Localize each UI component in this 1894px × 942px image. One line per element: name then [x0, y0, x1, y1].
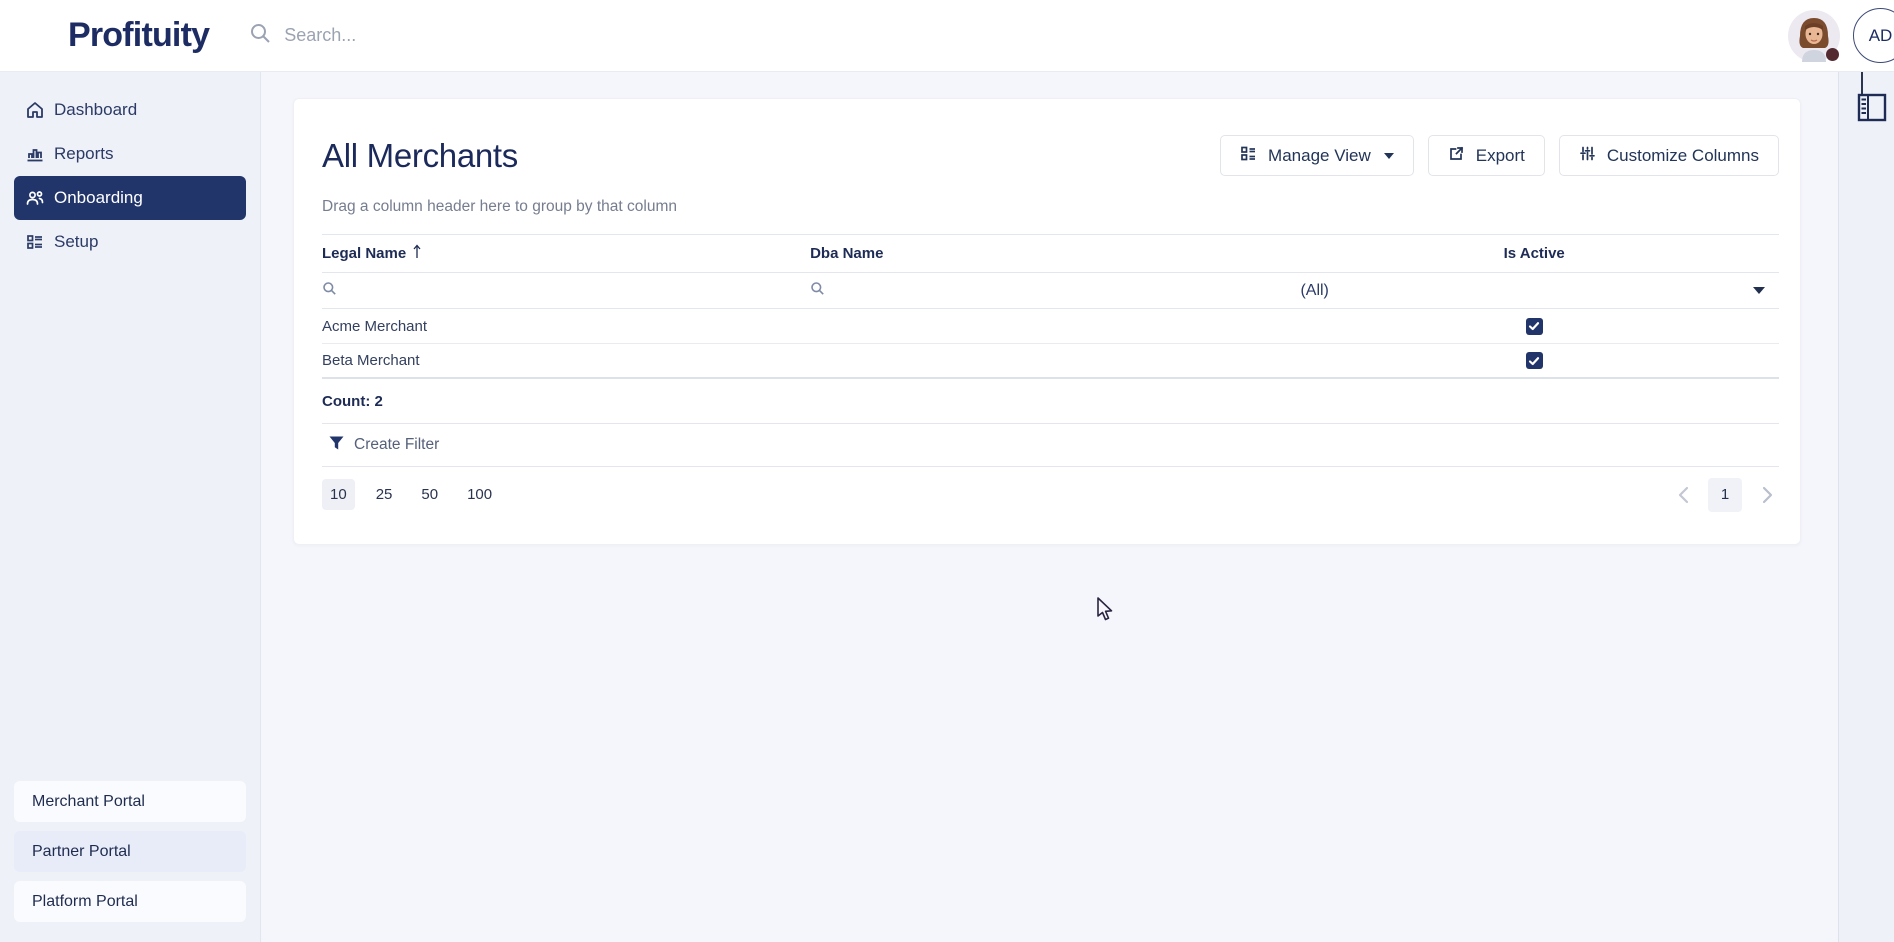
merchants-data-grid: Legal Name Dba Name Is Active (All) Acme…: [322, 234, 1779, 522]
app-logo: Profituity: [68, 16, 210, 54]
right-panel-strip: [1838, 72, 1894, 942]
chevron-down-icon: [1383, 152, 1394, 159]
chevron-right-icon: [1762, 486, 1772, 503]
sidebar-item-reports[interactable]: Reports: [14, 132, 246, 176]
panel-handle-line: [1861, 72, 1863, 94]
portal-label: Platform Portal: [32, 892, 138, 910]
page-size-option-50[interactable]: 50: [413, 479, 446, 510]
sliders-icon: [1579, 145, 1596, 167]
search-icon: [249, 22, 271, 49]
table-row[interactable]: Beta Merchant: [322, 344, 1779, 379]
layout-list-icon: [1240, 145, 1257, 167]
is-active-checkbox[interactable]: [1525, 317, 1543, 335]
partner-portal-button[interactable]: Partner Portal: [14, 831, 246, 872]
sidebar: Dashboard Reports Onboarding Setup Merch…: [0, 72, 261, 942]
search-input[interactable]: [284, 25, 805, 46]
merchant-portal-button[interactable]: Merchant Portal: [14, 781, 246, 822]
all-merchants-card: All Merchants Manage View Export Customi…: [293, 98, 1801, 545]
page-size-option-25[interactable]: 25: [368, 479, 401, 510]
page-size-selector: 10 25 50 100: [322, 479, 500, 510]
sidebar-item-dashboard[interactable]: Dashboard: [14, 88, 246, 132]
app-root: Profituity Search... AD Dashboard Report…: [0, 0, 1894, 942]
customize-columns-label: Customize Columns: [1606, 145, 1759, 165]
portal-label: Merchant Portal: [32, 792, 145, 810]
column-header-label: Is Active: [1503, 245, 1565, 262]
column-header-label: Legal Name: [322, 245, 407, 262]
page-navigation: 1: [1671, 477, 1779, 512]
column-header-label: Dba Name: [810, 245, 884, 262]
legal-name-filter-input[interactable]: [322, 281, 810, 301]
dba-name-filter-input[interactable]: [810, 281, 1289, 301]
create-filter-button[interactable]: Create Filter: [322, 424, 1779, 467]
grid-pager: 10 25 50 100 1: [322, 467, 1779, 522]
next-page-button[interactable]: [1755, 483, 1779, 507]
top-header-bar: Profituity Search... AD: [0, 0, 1894, 72]
group-by-drop-zone[interactable]: Drag a column header here to group by th…: [322, 198, 1779, 216]
page-title: All Merchants: [322, 136, 519, 174]
grid-summary-row: Count: 2: [322, 379, 1779, 424]
manage-view-label: Manage View: [1268, 145, 1371, 165]
user-avatar[interactable]: [1788, 9, 1840, 62]
export-label: Export: [1475, 145, 1525, 165]
home-icon: [25, 100, 45, 120]
row-count: Count: 2: [322, 392, 383, 410]
current-page-indicator[interactable]: 1: [1708, 477, 1742, 512]
chevron-down-icon: [1752, 287, 1765, 294]
user-initials-badge[interactable]: AD: [1853, 8, 1894, 63]
column-header-dba-name[interactable]: Dba Name: [810, 245, 1289, 262]
legal-name-cell: Acme Merchant: [322, 317, 428, 335]
filter-icon: [329, 436, 344, 455]
column-header-legal-name[interactable]: Legal Name: [322, 244, 810, 263]
toolbar: Manage View Export Customize Columns: [1220, 135, 1779, 176]
sidebar-item-label: Onboarding: [54, 188, 143, 207]
sidebar-item-label: Dashboard: [54, 100, 138, 119]
sidebar-item-setup[interactable]: Setup: [14, 220, 246, 264]
page-size-option-100[interactable]: 100: [459, 479, 500, 510]
search-icon: [322, 281, 337, 301]
avatar-status-dot: [1826, 47, 1839, 61]
sidebar-item-onboarding[interactable]: Onboarding: [14, 176, 246, 220]
grid-header-row: Legal Name Dba Name Is Active: [322, 235, 1779, 273]
customize-columns-button[interactable]: Customize Columns: [1558, 135, 1779, 176]
is-active-checkbox[interactable]: [1525, 352, 1543, 369]
manage-view-button[interactable]: Manage View: [1220, 135, 1414, 176]
table-row[interactable]: Acme Merchant: [322, 309, 1779, 344]
previous-page-button[interactable]: [1671, 483, 1695, 507]
main-content: All Merchants Manage View Export Customi…: [261, 72, 1838, 942]
grid-filter-row: (All): [322, 273, 1779, 309]
check-icon: [1529, 322, 1540, 331]
global-search[interactable]: [249, 22, 1788, 49]
is-active-filter-value: (All): [1300, 281, 1329, 299]
column-header-is-active[interactable]: Is Active: [1289, 245, 1779, 262]
list-detail-icon: [25, 232, 45, 252]
sort-ascending-icon: [412, 244, 422, 263]
is-active-filter-select[interactable]: (All): [1289, 282, 1779, 300]
people-icon: [25, 188, 45, 208]
bar-chart-icon: [25, 144, 45, 164]
page-size-option-10[interactable]: 10: [322, 479, 355, 510]
panel-toggle-icon[interactable]: [1857, 93, 1887, 127]
export-icon: [1448, 145, 1465, 167]
sidebar-item-label: Reports: [54, 144, 114, 163]
header-right-group: AD: [1788, 8, 1894, 63]
check-icon: [1529, 356, 1540, 365]
user-initials: AD: [1868, 25, 1893, 45]
legal-name-cell: Beta Merchant: [322, 352, 420, 369]
chevron-left-icon: [1678, 486, 1688, 503]
export-button[interactable]: Export: [1427, 135, 1545, 176]
sidebar-item-label: Setup: [54, 232, 99, 251]
create-filter-label: Create Filter: [354, 436, 440, 453]
search-icon: [810, 281, 825, 301]
platform-portal-button[interactable]: Platform Portal: [14, 881, 246, 922]
portal-label: Partner Portal: [32, 842, 131, 860]
